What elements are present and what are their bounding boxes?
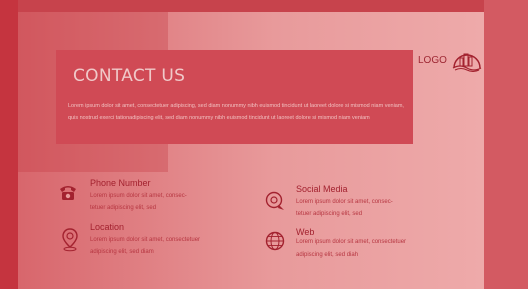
location-title: Location [90,222,125,232]
social-line-1: Lorem ipsum dolor sit amet, consec- [296,199,393,205]
web-title: Web [296,227,315,237]
phone-line-2: tetuer adipiscing elit, sed [90,205,157,211]
frame-right [484,0,528,289]
location-line-1: Lorem ipsum dolor sit amet, consectetuer [90,237,201,243]
frame-left [0,0,18,289]
contact-hero: CONTACT US Lorem ipsum dolor sit amet, c… [56,50,413,144]
frame-top [0,0,528,12]
page-title: CONTACT US [73,66,186,86]
globe-icon [265,231,285,251]
phone-icon [60,186,76,200]
social-line-2: tetuer adipiscing elit, sed [296,211,363,217]
location-pin-icon [62,228,78,252]
hero-description: Lorem ipsum dolor sit amet, consectetuer… [68,103,404,121]
social-title: Social Media [296,184,348,194]
logo-label[interactable]: LOGO [418,55,447,66]
phone-title: Phone Number [90,178,151,188]
social-chat-icon [265,191,284,210]
phone-line-1: Lorem ipsum dolor sit amet, consec- [90,193,187,199]
web-line-1: Lorem ipsum dolor sit amet, consectetuer [296,239,407,245]
web-line-2: adipiscing elit, sed diah [296,252,359,258]
city-skyline-logo-icon[interactable] [452,50,482,72]
location-line-2: adipiscing elit, sed diam [90,249,154,255]
